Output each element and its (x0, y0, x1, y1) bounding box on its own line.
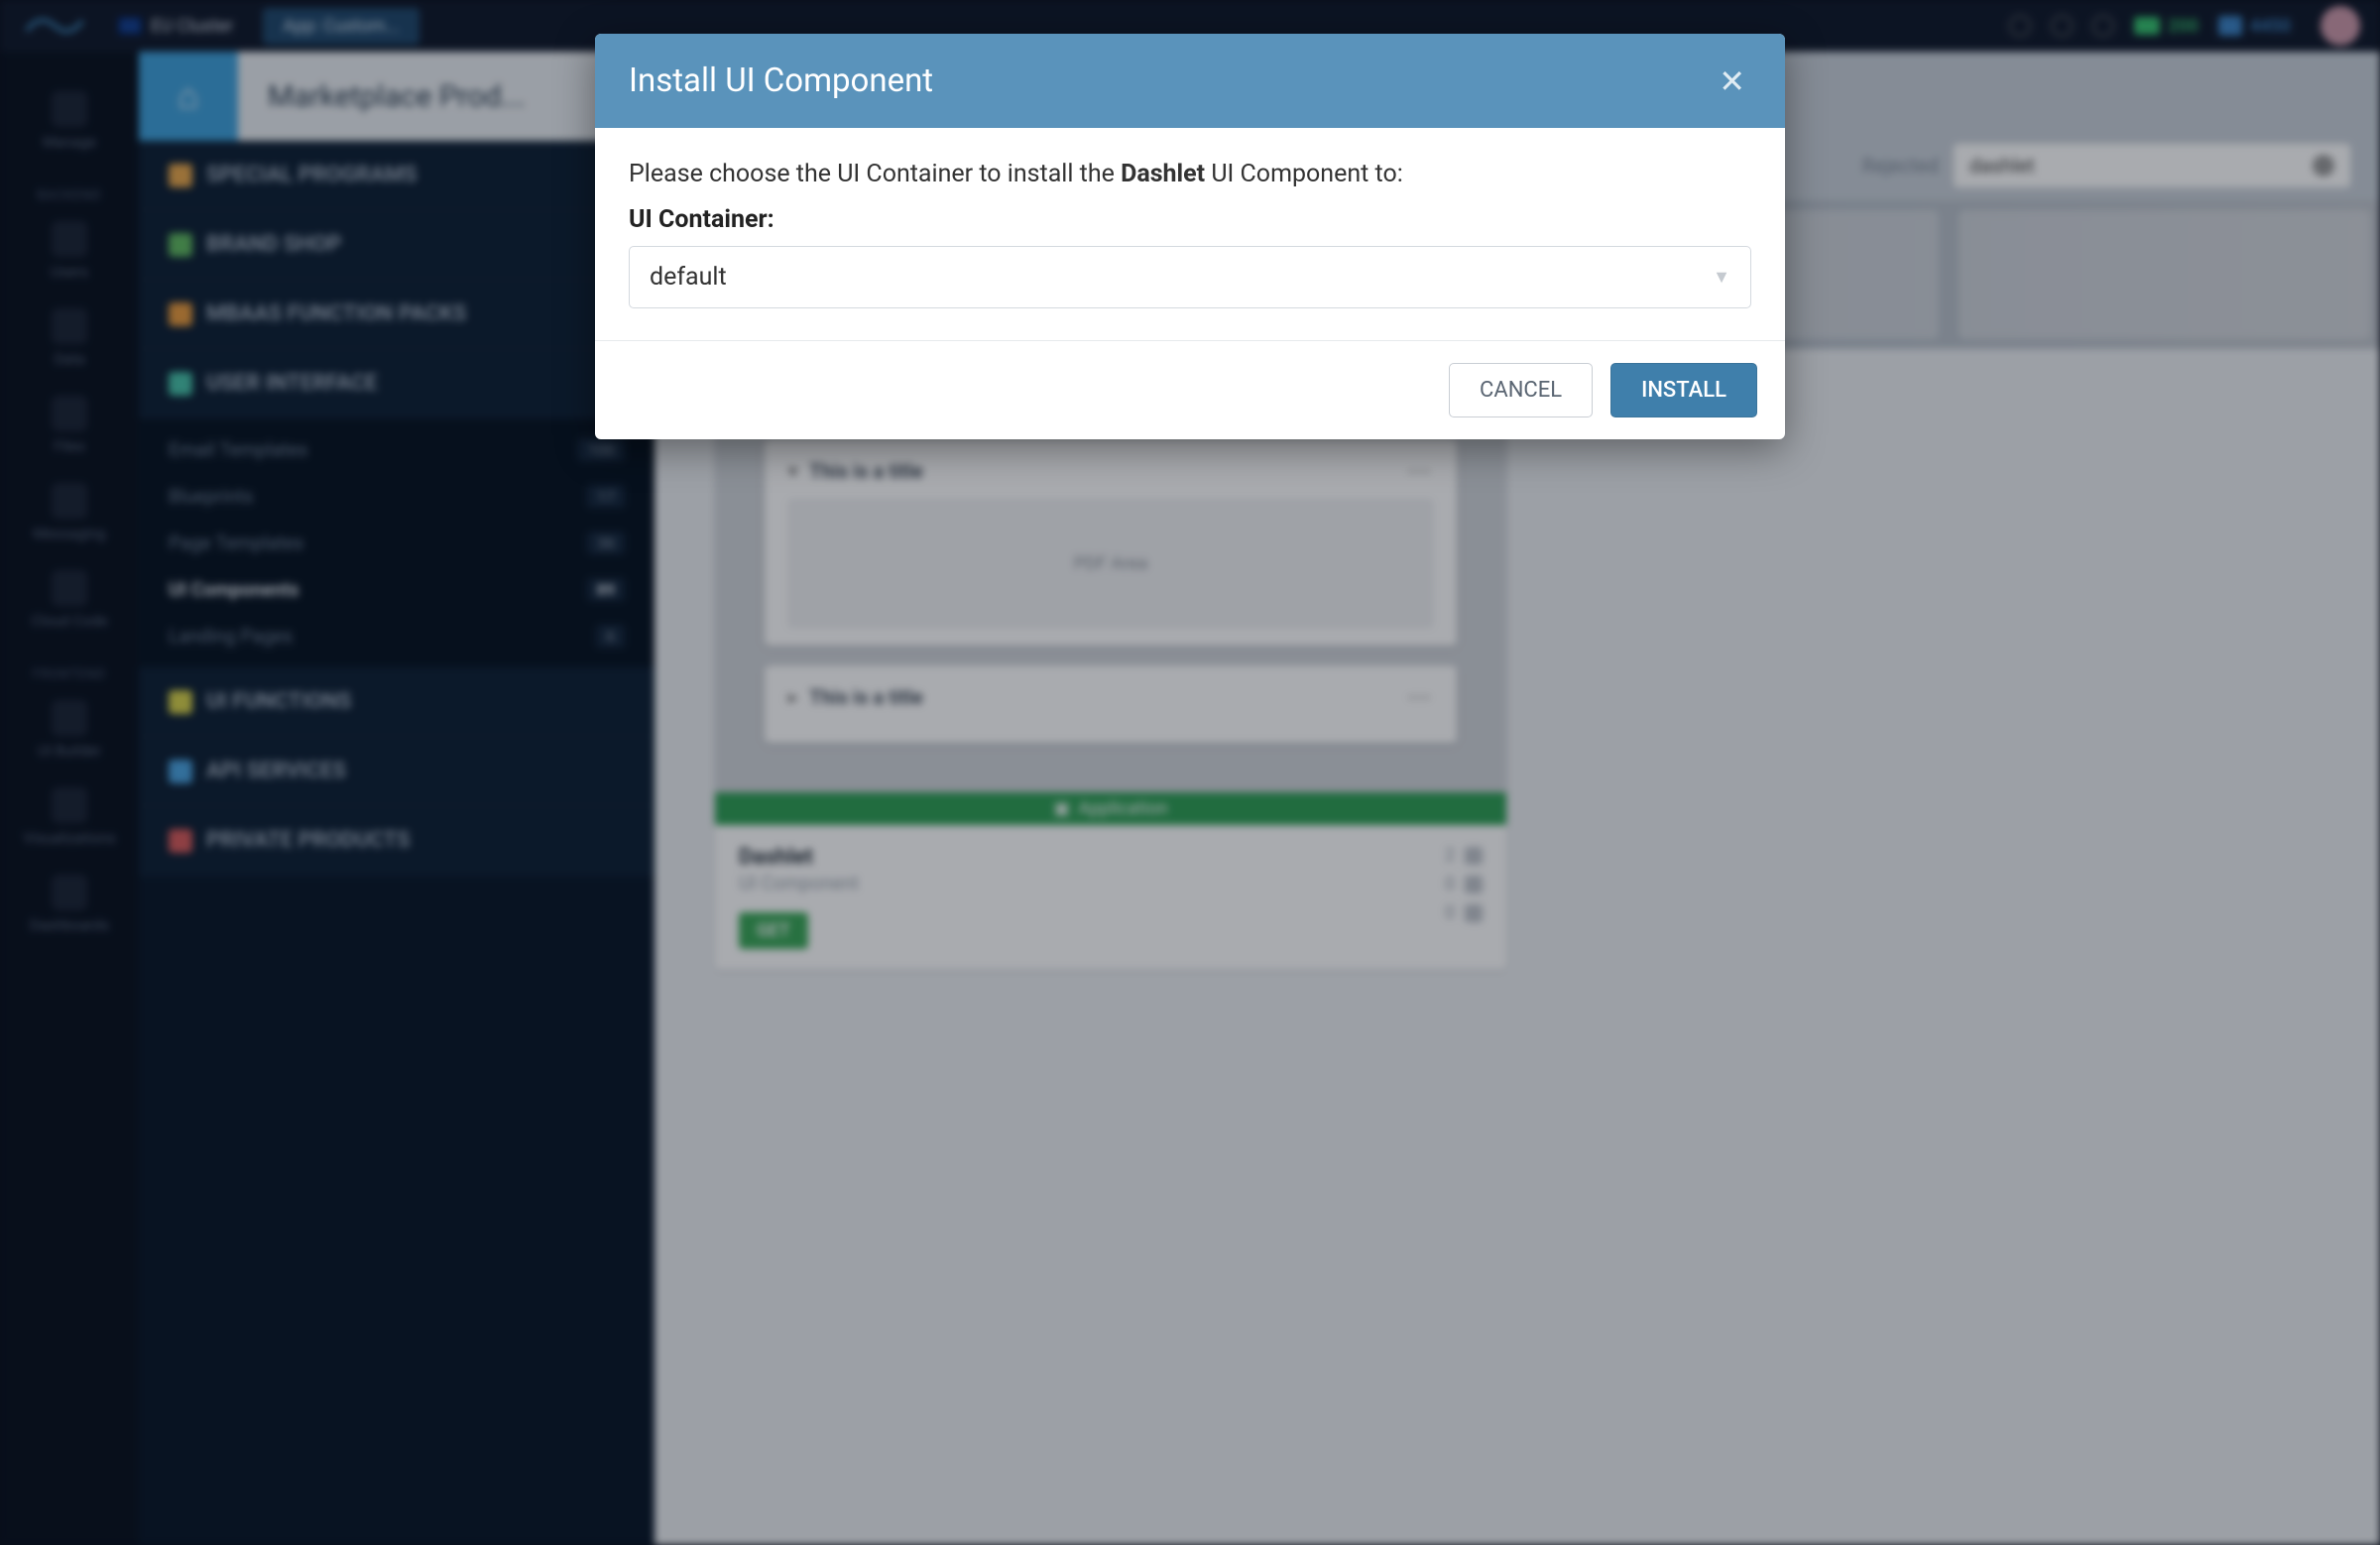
chevron-down-icon: ▼ (1713, 267, 1730, 288)
modal-header: Install UI Component ✕ (595, 34, 1785, 128)
close-icon: ✕ (1719, 62, 1745, 100)
select-value: default (650, 263, 727, 292)
ui-container-label: UI Container: (629, 205, 1751, 234)
modal-title: Install UI Component (629, 61, 933, 100)
desc-prefix: Please choose the UI Container to instal… (629, 160, 1121, 188)
cancel-button[interactable]: CANCEL (1449, 363, 1593, 417)
desc-suffix: UI Component to: (1205, 160, 1403, 188)
ui-container-select[interactable]: default ▼ (629, 246, 1751, 308)
install-button[interactable]: INSTALL (1610, 363, 1757, 417)
install-component-modal: Install UI Component ✕ Please choose the… (595, 34, 1785, 439)
modal-body: Please choose the UI Container to instal… (595, 128, 1785, 340)
modal-close-button[interactable]: ✕ (1713, 62, 1751, 100)
modal-footer: CANCEL INSTALL (595, 340, 1785, 439)
modal-overlay[interactable]: Install UI Component ✕ Please choose the… (0, 0, 2380, 1545)
modal-description: Please choose the UI Container to instal… (629, 156, 1751, 193)
desc-bold: Dashlet (1121, 160, 1205, 188)
